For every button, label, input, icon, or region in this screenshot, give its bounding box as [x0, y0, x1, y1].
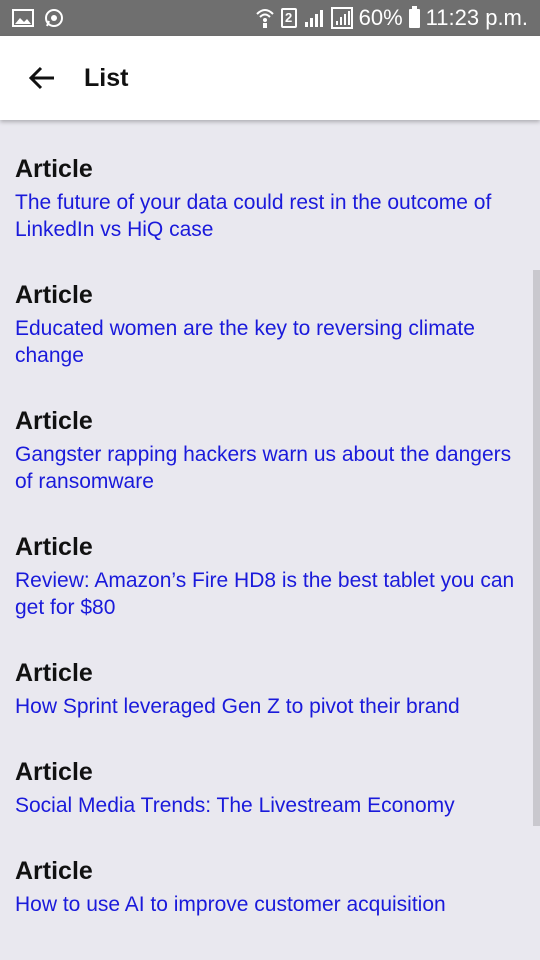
battery-icon [408, 5, 420, 28]
scrollbar[interactable] [533, 270, 540, 826]
list-item[interactable]: Article Gangster rapping hackers warn us… [15, 406, 530, 495]
item-type-label: Article [15, 155, 93, 183]
signal-2-icon [330, 7, 353, 29]
item-type-label: Article [15, 857, 93, 885]
article-list[interactable]: Article The future of your data could re… [0, 120, 540, 960]
whatsapp-icon [44, 8, 64, 28]
signal-icon [303, 8, 325, 28]
sim-icon: 2 [280, 8, 297, 28]
item-type-label: Article [15, 533, 93, 561]
item-title-link[interactable]: Review: Amazon’s Fire HD8 is the best ta… [15, 567, 530, 621]
item-type-label: Article [15, 659, 93, 687]
list-item[interactable]: Article Educated women are the key to re… [15, 280, 530, 369]
list-item[interactable]: Article Review: Amazon’s Fire HD8 is the… [15, 532, 530, 621]
list-item[interactable]: Article The future of your data could re… [15, 154, 530, 243]
item-title-link[interactable]: Gangster rapping hackers warn us about t… [15, 441, 530, 495]
item-title-link[interactable]: How Sprint leveraged Gen Z to pivot thei… [15, 693, 530, 720]
list-item[interactable]: Article How to use AI to improve custome… [15, 856, 530, 918]
item-title-link[interactable]: Educated women are the key to reversing … [15, 315, 530, 369]
page-title: List [84, 63, 129, 92]
item-title-link[interactable]: Social Media Trends: The Livestream Econ… [15, 792, 530, 819]
gallery-icon [12, 9, 34, 27]
wifi-calling-icon [255, 7, 275, 29]
item-title-link[interactable]: How to use AI to improve customer acquis… [15, 891, 530, 918]
back-button[interactable] [14, 50, 70, 106]
status-right: 2 60% 11:23 p.m. [255, 5, 528, 31]
status-time: 11:23 p.m. [425, 5, 528, 30]
status-left [12, 8, 64, 28]
item-type-label: Article [15, 407, 93, 435]
item-title-link[interactable]: The future of your data could rest in th… [15, 189, 530, 243]
item-type-label: Article [15, 758, 93, 786]
list-item[interactable]: Article Social Media Trends: The Livestr… [15, 757, 530, 819]
arrow-back-icon [28, 66, 54, 90]
battery-percent: 60% [358, 5, 403, 30]
item-type-label: Article [15, 281, 93, 309]
list-item[interactable]: Article How Sprint leveraged Gen Z to pi… [15, 658, 530, 720]
app-bar: List [0, 36, 540, 120]
status-bar: 2 60% 11:23 p.m. [0, 0, 540, 36]
